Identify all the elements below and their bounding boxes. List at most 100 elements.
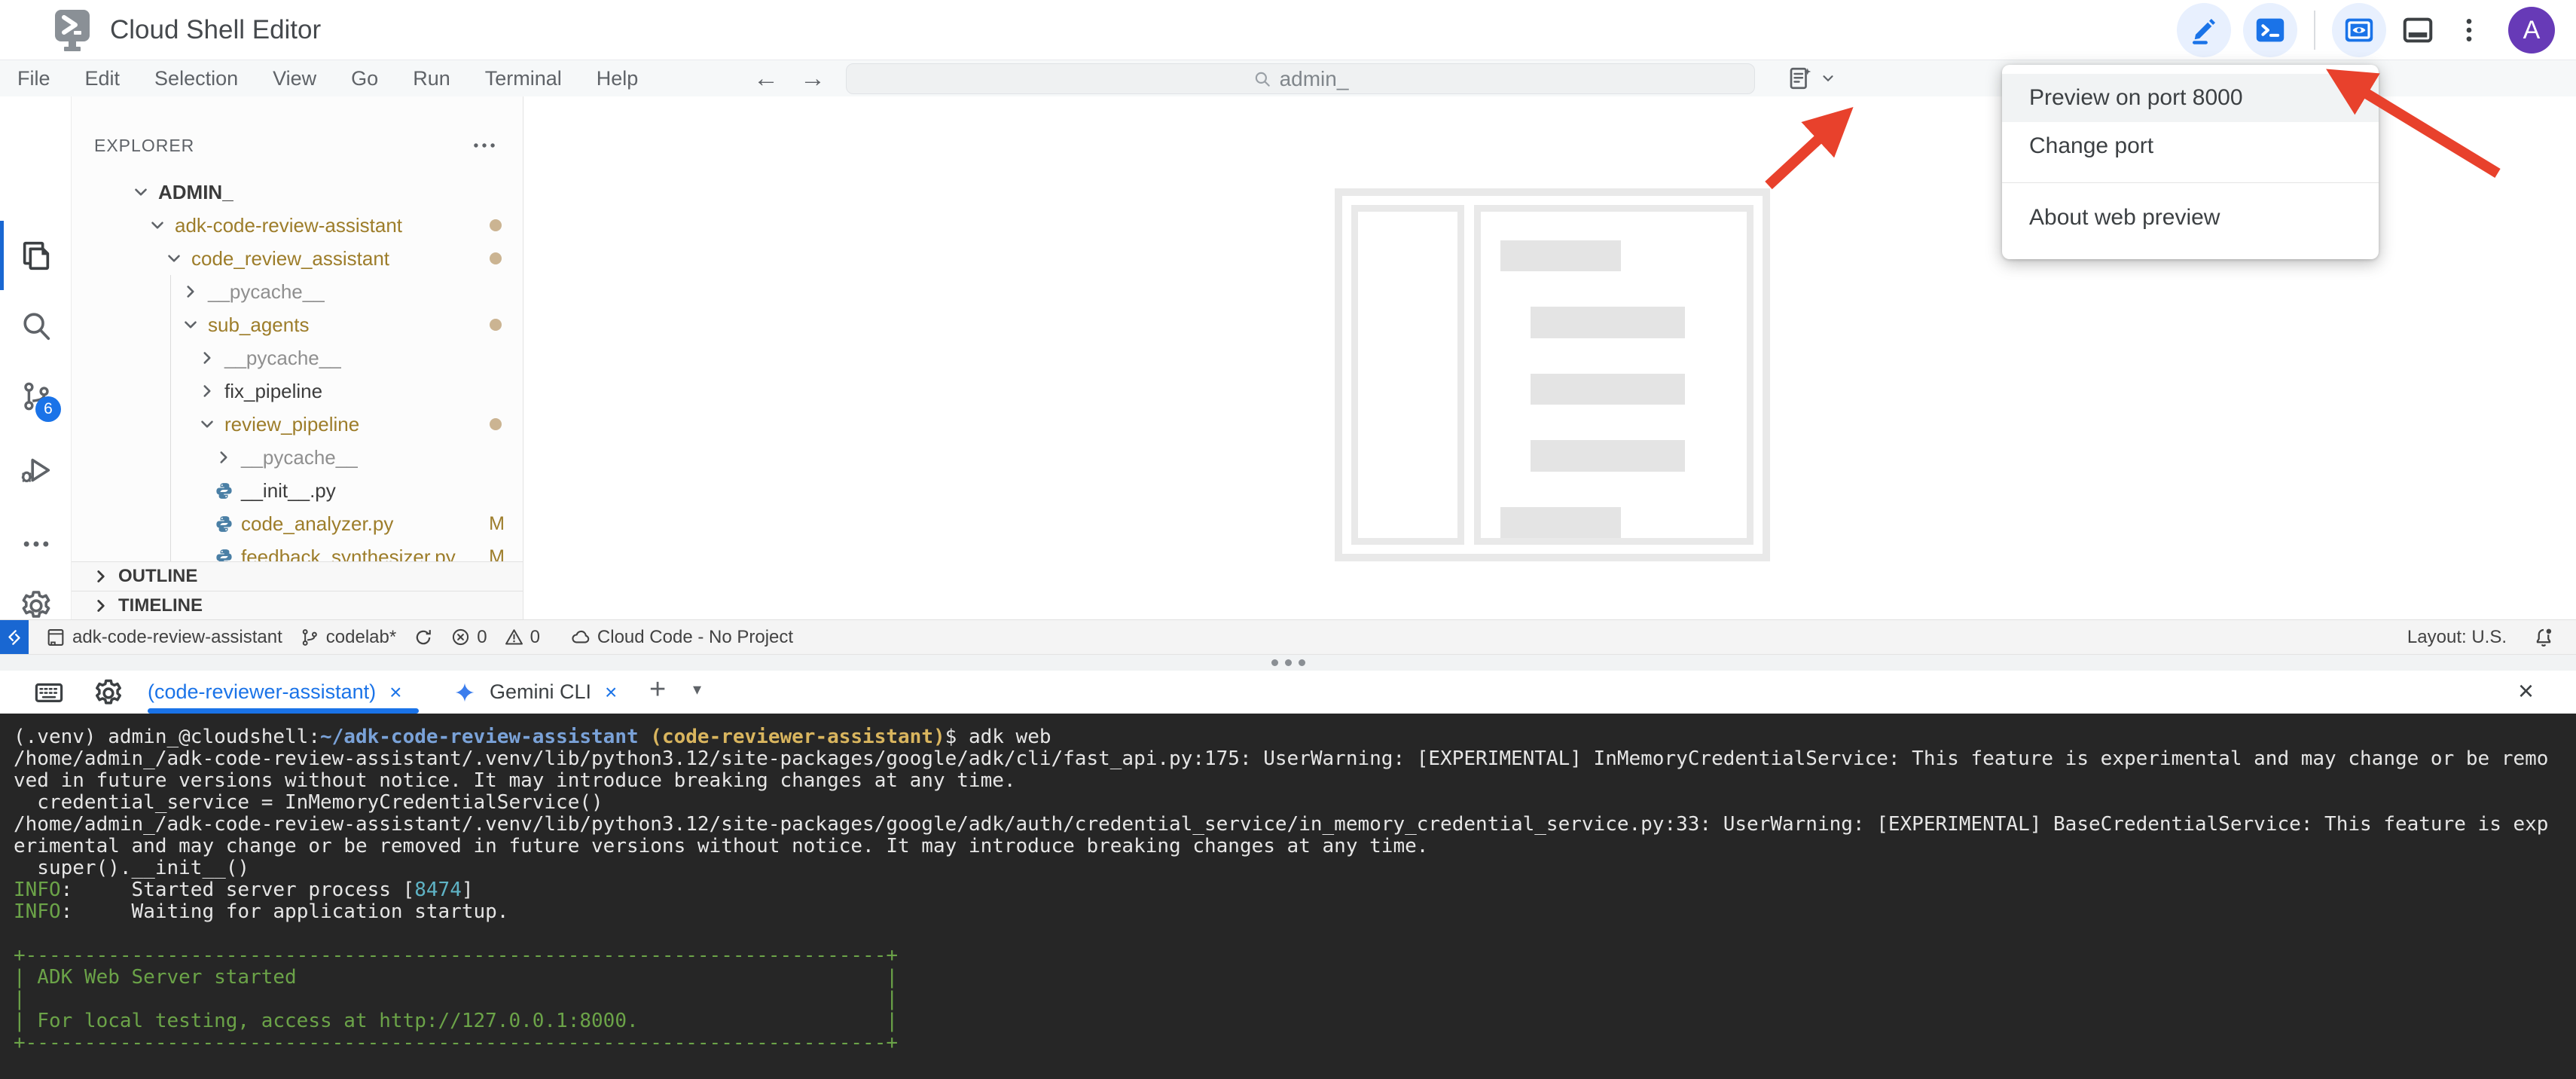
- python-file-icon: [213, 513, 234, 534]
- menu-edit[interactable]: Edit: [68, 67, 138, 90]
- git-modified-dot: [490, 252, 502, 264]
- tree-item-sub-agents-3[interactable]: sub_agents: [72, 308, 523, 341]
- scm-changes-badge: 6: [35, 396, 61, 422]
- menu-selection[interactable]: Selection: [137, 67, 255, 90]
- tree-item--pycache--4[interactable]: __pycache__: [72, 341, 523, 374]
- placeholder-bar: [1531, 307, 1685, 338]
- report-feedback-button[interactable]: [1787, 65, 1836, 92]
- explorer-title: EXPLORER: [94, 136, 194, 156]
- tree-item-code-review-assistant-1[interactable]: code_review_assistant: [72, 242, 523, 275]
- terminal-line: erimental and may change or be removed i…: [14, 836, 2576, 857]
- outline-section-header[interactable]: OUTLINE: [72, 561, 523, 591]
- menu-item-about-web-preview[interactable]: About web preview: [2002, 194, 2379, 242]
- remote-indicator[interactable]: [0, 620, 29, 655]
- run-debug-icon: [19, 453, 53, 488]
- search-input[interactable]: admin_: [846, 63, 1755, 94]
- tree-item-fix-pipeline-5[interactable]: fix_pipeline: [72, 374, 523, 408]
- python-file-icon: [213, 480, 234, 501]
- app-header: Cloud Shell Editor: [0, 0, 2576, 60]
- search-icon: [1253, 69, 1272, 89]
- placeholder-bar: [1500, 240, 1621, 271]
- tree-item--pycache--2[interactable]: __pycache__: [72, 275, 523, 308]
- menu-help[interactable]: Help: [579, 67, 656, 90]
- menu-go[interactable]: Go: [334, 67, 395, 90]
- sidebar-item-run-debug[interactable]: [0, 436, 72, 505]
- edit-pencil-icon: [2187, 14, 2220, 47]
- terminal-settings-button[interactable]: [92, 677, 125, 714]
- terminal-line: credential_service = InMemoryCredentialS…: [14, 792, 2576, 814]
- status-sync-button[interactable]: [413, 627, 434, 648]
- explorer-files-icon: [19, 238, 53, 273]
- more-options-button[interactable]: [2449, 11, 2489, 50]
- placeholder-bar: [1531, 440, 1685, 471]
- menu-run[interactable]: Run: [395, 67, 468, 90]
- terminal-line: [14, 923, 2576, 945]
- gemini-icon: [453, 681, 476, 704]
- tree-item-review-pipeline-6[interactable]: review_pipeline: [72, 408, 523, 441]
- notifications-bell-icon[interactable]: [2532, 626, 2555, 649]
- sidebar-item-search[interactable]: [0, 291, 72, 360]
- sidebar-item-explorer[interactable]: [0, 221, 72, 290]
- terminal-line: | For local testing, access at http://12…: [14, 1010, 2576, 1032]
- tree-item--init-py-8[interactable]: __init__.py: [72, 474, 523, 507]
- status-git-branch[interactable]: codelab*: [299, 627, 396, 648]
- web-preview-icon: [2342, 13, 2376, 47]
- active-tab-indicator: [148, 708, 419, 714]
- errors-icon: [450, 627, 471, 647]
- chevron-right-icon: [213, 447, 234, 468]
- menu-file[interactable]: File: [0, 67, 68, 90]
- close-panel-button[interactable]: ×: [2518, 675, 2534, 707]
- sync-icon: [413, 627, 434, 648]
- timeline-section-header[interactable]: TIMELINE: [72, 591, 523, 619]
- keyboard-shortcuts-button[interactable]: [33, 677, 65, 712]
- git-modified-badge: M: [489, 513, 505, 535]
- cloud-shell-editor-window: Cloud Shell Editor: [0, 0, 2576, 1079]
- open-terminal-button[interactable]: [2243, 3, 2297, 57]
- edit-pencil-button[interactable]: [2177, 3, 2231, 57]
- toolbar-divider: [2314, 11, 2315, 50]
- close-tab-icon[interactable]: ×: [389, 680, 401, 705]
- tree-item-code-analyzer-py-9[interactable]: code_analyzer.pyM: [72, 507, 523, 540]
- status-cloud-code[interactable]: Cloud Code - No Project: [570, 627, 793, 648]
- menu-terminal[interactable]: Terminal: [468, 67, 579, 90]
- terminal-tab-code-reviewer[interactable]: (code-reviewer-assistant) ×: [148, 671, 401, 714]
- status-errors[interactable]: 0: [450, 627, 487, 648]
- menu-view[interactable]: View: [255, 67, 334, 90]
- tree-item-workspace-root[interactable]: ADMIN_: [72, 176, 523, 209]
- menu-item-preview-on-port-8000[interactable]: Preview on port 8000: [2002, 74, 2379, 122]
- explorer-more-actions-button[interactable]: [470, 131, 499, 164]
- app-title: Cloud Shell Editor: [110, 15, 321, 45]
- ellipsis-icon: [470, 131, 499, 160]
- git-modified-dot: [490, 418, 502, 430]
- terminal-tab-gemini-cli[interactable]: Gemini CLI ×: [453, 671, 617, 714]
- menu-divider: [2002, 182, 2379, 183]
- panel-resize-handle[interactable]: [0, 654, 2576, 671]
- tree-item-label: ADMIN_: [158, 181, 233, 204]
- status-workspace[interactable]: adk-code-review-assistant: [45, 627, 282, 648]
- toggle-panel-button[interactable]: [2398, 11, 2437, 50]
- account-avatar[interactable]: A: [2508, 7, 2555, 53]
- status-layout[interactable]: Layout: U.S.: [2407, 627, 2507, 648]
- terminal-line: super().__init__(): [14, 857, 2576, 879]
- terminal-line: | |: [14, 989, 2576, 1010]
- tree-item-feedback-synthesizer-py-10[interactable]: feedback_synthesizer.pyM: [72, 540, 523, 561]
- tree-item--pycache--7[interactable]: __pycache__: [72, 441, 523, 474]
- search-value: admin_: [1280, 67, 1349, 91]
- new-terminal-button[interactable]: +: [649, 674, 666, 706]
- sidebar-item-source-control[interactable]: 6: [0, 362, 72, 431]
- web-preview-button[interactable]: [2332, 3, 2386, 57]
- chevron-down-icon: [180, 314, 201, 335]
- chevron-right-icon: [91, 596, 111, 616]
- cloud-shell-logo-icon: [53, 8, 92, 52]
- loading-placeholder: [1335, 188, 1770, 561]
- chevron-down-icon: [130, 182, 151, 203]
- project-icon: [45, 627, 66, 648]
- tree-item-adk-code-review-assistant-0[interactable]: adk-code-review-assistant: [72, 209, 523, 242]
- menu-item-change-port[interactable]: Change port: [2002, 122, 2379, 170]
- nav-forward-button[interactable]: →: [800, 64, 826, 93]
- terminal-profile-dropdown[interactable]: ▾: [693, 680, 701, 699]
- status-bar: adk-code-review-assistant codelab* 0: [0, 619, 2576, 654]
- nav-back-button[interactable]: ←: [753, 64, 779, 93]
- status-warnings[interactable]: 0: [504, 627, 540, 648]
- close-tab-icon[interactable]: ×: [605, 680, 617, 705]
